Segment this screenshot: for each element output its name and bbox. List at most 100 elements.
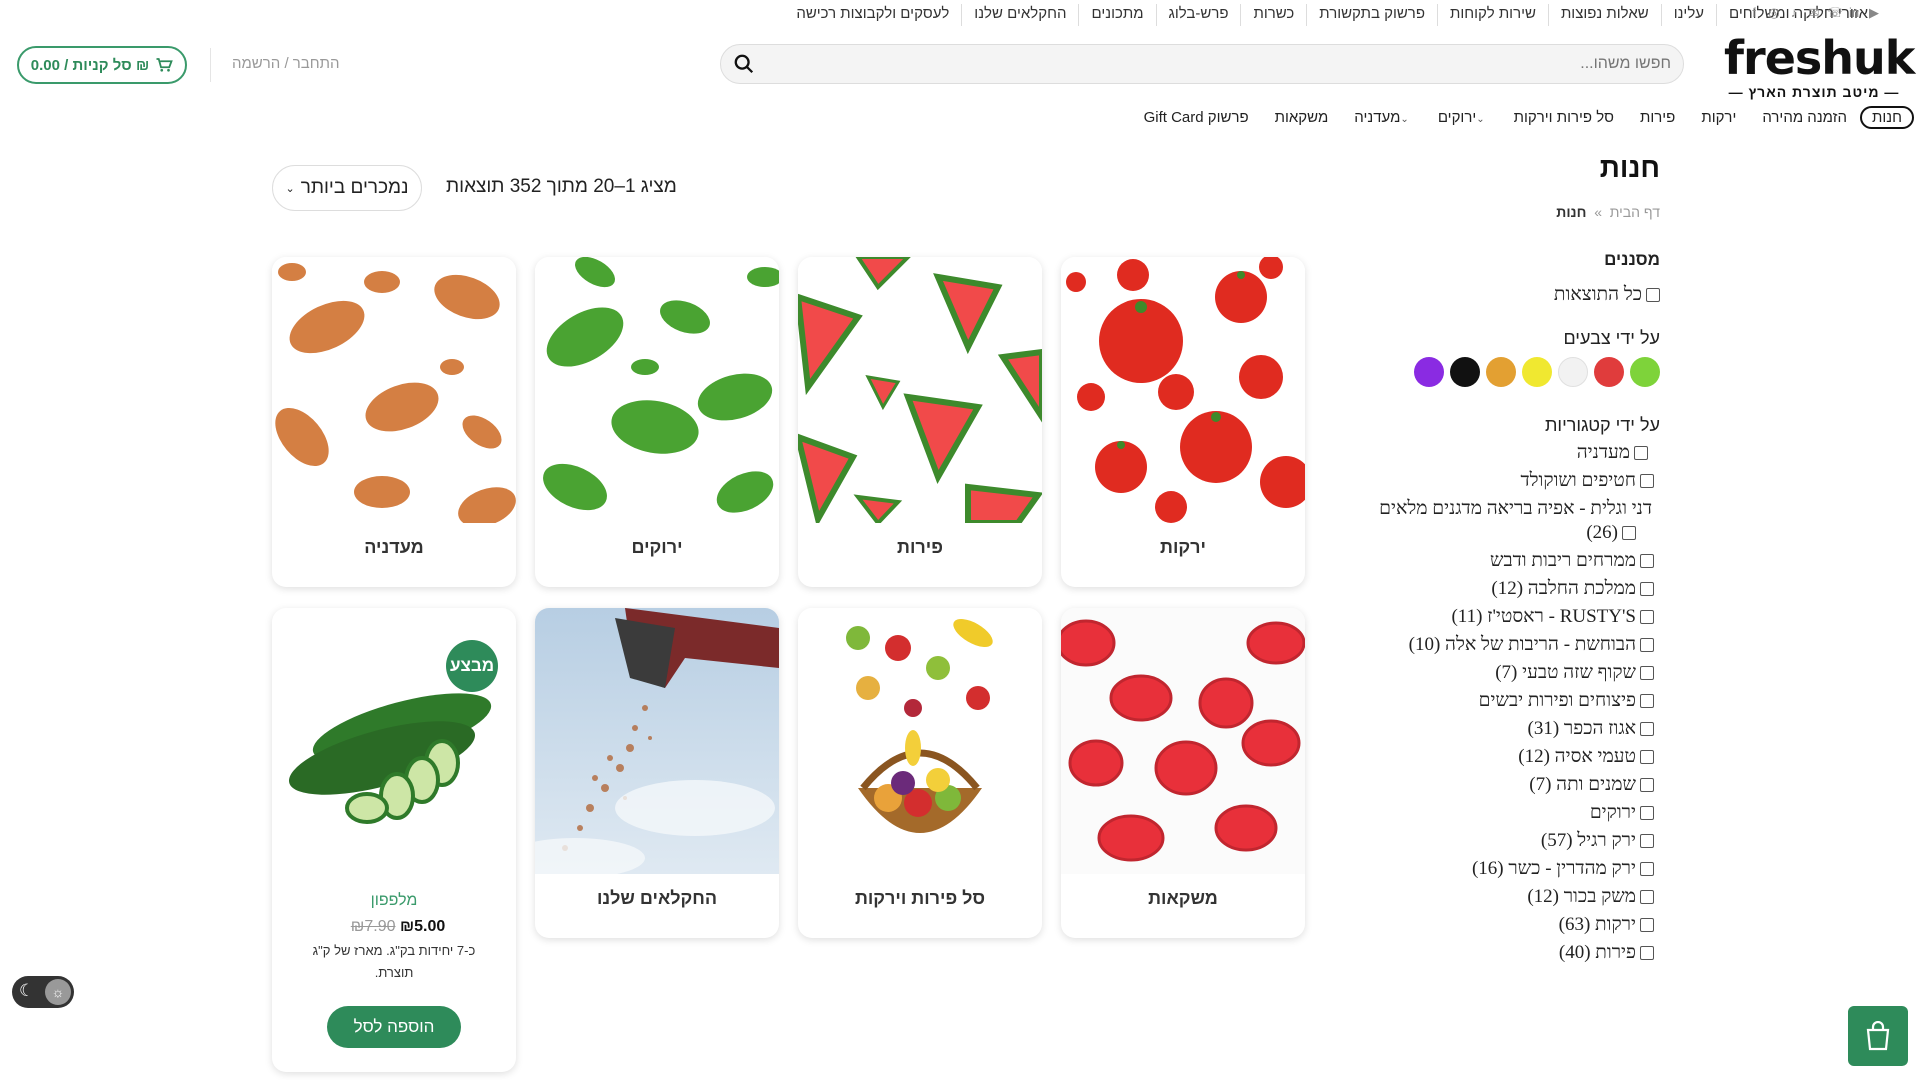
filter-label: ירקות (63) xyxy=(1558,914,1636,935)
checkbox[interactable] xyxy=(1640,610,1654,624)
color-swatch[interactable] xyxy=(1522,357,1552,387)
checkbox[interactable] xyxy=(1646,288,1660,302)
checkbox[interactable] xyxy=(1640,750,1654,764)
color-swatch[interactable] xyxy=(1414,357,1444,387)
top-link[interactable]: מתכונים xyxy=(1078,4,1155,26)
cart-button[interactable]: סל קניות / 0.00 ₪ xyxy=(17,46,187,84)
category-filter[interactable]: ממלכת החלבה (12) xyxy=(1491,578,1654,600)
category-card-farmers[interactable]: החקלאים שלנו xyxy=(535,608,779,938)
facebook-icon[interactable]: f xyxy=(1747,6,1761,20)
category-card-fruits[interactable]: פירות xyxy=(798,257,1042,587)
checkbox[interactable] xyxy=(1634,446,1648,460)
category-card-basket[interactable]: סל פירות וירקות xyxy=(798,608,1042,938)
category-filter[interactable]: ירוקים xyxy=(1590,802,1654,824)
top-link[interactable]: שירות לקוחות xyxy=(1436,4,1548,26)
product-price: ₪7.90 ₪5.00 xyxy=(272,918,516,936)
category-card-deli[interactable]: מעדניה xyxy=(272,257,516,587)
top-link[interactable]: שאלות נפוצות xyxy=(1547,4,1661,26)
checkbox[interactable] xyxy=(1640,862,1654,876)
sort-select[interactable]: ⌄ נמכרים ביותר xyxy=(272,165,422,211)
email-icon[interactable]: ✉ xyxy=(1807,6,1821,20)
product-name[interactable]: מלפפון xyxy=(272,892,516,910)
add-to-cart-button[interactable]: הוספה לסל xyxy=(327,1006,461,1048)
category-filter[interactable]: מעדניה xyxy=(1577,442,1648,464)
filter-label: ממלכת החלבה (12) xyxy=(1491,578,1636,599)
category-filter[interactable]: ירקות (63) xyxy=(1559,914,1654,936)
sun-icon: ☼ xyxy=(45,979,71,1005)
category-filter[interactable]: משק בכור (12) xyxy=(1527,886,1654,908)
checkbox[interactable] xyxy=(1640,666,1654,680)
top-link[interactable]: החקלאים שלנו xyxy=(961,4,1078,26)
sidebar: חנות דף הבית » חנות מסננים כל התוצאות על… xyxy=(1340,150,1660,982)
color-swatch[interactable] xyxy=(1630,357,1660,387)
instagram-icon[interactable]: ◎ xyxy=(1767,6,1781,20)
top-link[interactable]: לעסקים ולקבוצות רכישה xyxy=(784,4,961,26)
checkbox[interactable] xyxy=(1640,806,1654,820)
linkedin-icon[interactable]: in xyxy=(1847,6,1861,20)
product-card-cucumber[interactable]: מבצע מלפפון ₪7.90 ₪5.00 כ-7 יחידות בק"ג.… xyxy=(272,608,516,1072)
nav-item[interactable]: הזמנה מהירה xyxy=(1749,109,1860,126)
checkbox[interactable] xyxy=(1640,554,1654,568)
category-filter[interactable]: (26) xyxy=(1586,522,1636,544)
color-swatch[interactable] xyxy=(1450,357,1480,387)
nav-item[interactable]: משקאות xyxy=(1262,109,1342,126)
checkbox[interactable] xyxy=(1640,834,1654,848)
category-card-drinks[interactable]: משקאות xyxy=(1061,608,1305,938)
nav-item[interactable]: פירות xyxy=(1627,109,1688,126)
category-filter[interactable]: פיצוחים ופירות יבשים xyxy=(1479,690,1654,712)
nav-item[interactable]: Gift Card פרשוק xyxy=(1131,109,1262,126)
top-link[interactable]: עלינו xyxy=(1660,4,1716,26)
checkbox[interactable] xyxy=(1640,582,1654,596)
search-input[interactable] xyxy=(771,45,1671,83)
checkbox[interactable] xyxy=(1640,946,1654,960)
filter-all-results[interactable]: כל התוצאות xyxy=(1340,284,1660,306)
category-filter[interactable]: דני וגלית - אפיה בריאה מדגנים מלאים xyxy=(1379,498,1652,520)
category-filter[interactable]: חטיפים ושוקולד xyxy=(1521,470,1654,492)
category-card-greens[interactable]: ירוקים xyxy=(535,257,779,587)
category-list: מעדניה חטיפים ושוקולד דני וגלית - אפיה ברי… xyxy=(1340,442,1660,982)
category-filter[interactable]: טעמי אסיה (12) xyxy=(1518,746,1654,768)
top-link[interactable]: כשרות xyxy=(1240,4,1306,26)
category-filter[interactable]: פירות (40) xyxy=(1559,942,1654,964)
youtube-icon[interactable]: ▶ xyxy=(1867,6,1881,20)
category-filter[interactable]: ירק רגיל (57) xyxy=(1541,830,1654,852)
category-filter[interactable]: שקוף שזה טבעי (7) xyxy=(1495,662,1654,684)
category-filter[interactable]: הבוחשת - הריבות של אלה (10) xyxy=(1409,634,1654,656)
filter-label: חטיפים ושוקולד xyxy=(1520,470,1636,491)
nav-item[interactable]: סל פירות וירקות xyxy=(1501,109,1627,126)
category-filter[interactable]: ירק מהדרין - כשר (16) xyxy=(1472,858,1654,880)
category-card-vegetables[interactable]: ירקות xyxy=(1061,257,1305,587)
search-icon[interactable] xyxy=(733,53,755,75)
category-filter[interactable]: RUSTY'S - ראסטי'ז (11) xyxy=(1451,606,1654,628)
dark-mode-toggle[interactable]: ☾ ☼ xyxy=(12,976,74,1008)
phone-icon[interactable]: ☏ xyxy=(1827,6,1843,20)
top-link[interactable]: פרשוק בתקשורת xyxy=(1306,4,1437,26)
breadcrumb-home[interactable]: דף הבית xyxy=(1610,204,1660,220)
checkbox[interactable] xyxy=(1640,918,1654,932)
color-swatch[interactable] xyxy=(1594,357,1624,387)
color-swatch[interactable] xyxy=(1486,357,1516,387)
tiktok-icon[interactable]: ♪ xyxy=(1787,6,1801,20)
category-filter[interactable]: אגוז הכפר (31) xyxy=(1528,718,1654,740)
floating-cart-button[interactable] xyxy=(1848,1006,1908,1066)
nav-item[interactable]: ירוקים⌄ xyxy=(1425,109,1501,126)
nav-item[interactable]: ירקות xyxy=(1688,109,1749,126)
category-filter[interactable]: שמנים ותה (7) xyxy=(1529,774,1654,796)
login-link[interactable]: התחבר / הרשמה xyxy=(232,55,340,72)
checkbox[interactable] xyxy=(1640,694,1654,708)
checkbox[interactable] xyxy=(1622,526,1636,540)
logo[interactable]: freshuk — מיטב תוצרת הארץ — xyxy=(1724,32,1915,102)
nav-item-label: הזמנה מהירה xyxy=(1762,108,1848,126)
checkbox[interactable] xyxy=(1640,638,1654,652)
categories-title: על ידי קטגוריות xyxy=(1544,415,1660,435)
nav-item[interactable]: חנות xyxy=(1860,105,1914,129)
nav-item[interactable]: מעדניה⌄ xyxy=(1341,109,1425,126)
checkbox[interactable] xyxy=(1640,890,1654,904)
category-filter[interactable]: ממרחים ריבות ודבש xyxy=(1490,550,1654,572)
top-link[interactable]: פרש-בלוג xyxy=(1155,4,1241,26)
mint-leaves-image xyxy=(535,257,779,523)
color-swatch[interactable] xyxy=(1558,357,1588,387)
checkbox[interactable] xyxy=(1640,474,1654,488)
checkbox[interactable] xyxy=(1640,722,1654,736)
checkbox[interactable] xyxy=(1640,778,1654,792)
